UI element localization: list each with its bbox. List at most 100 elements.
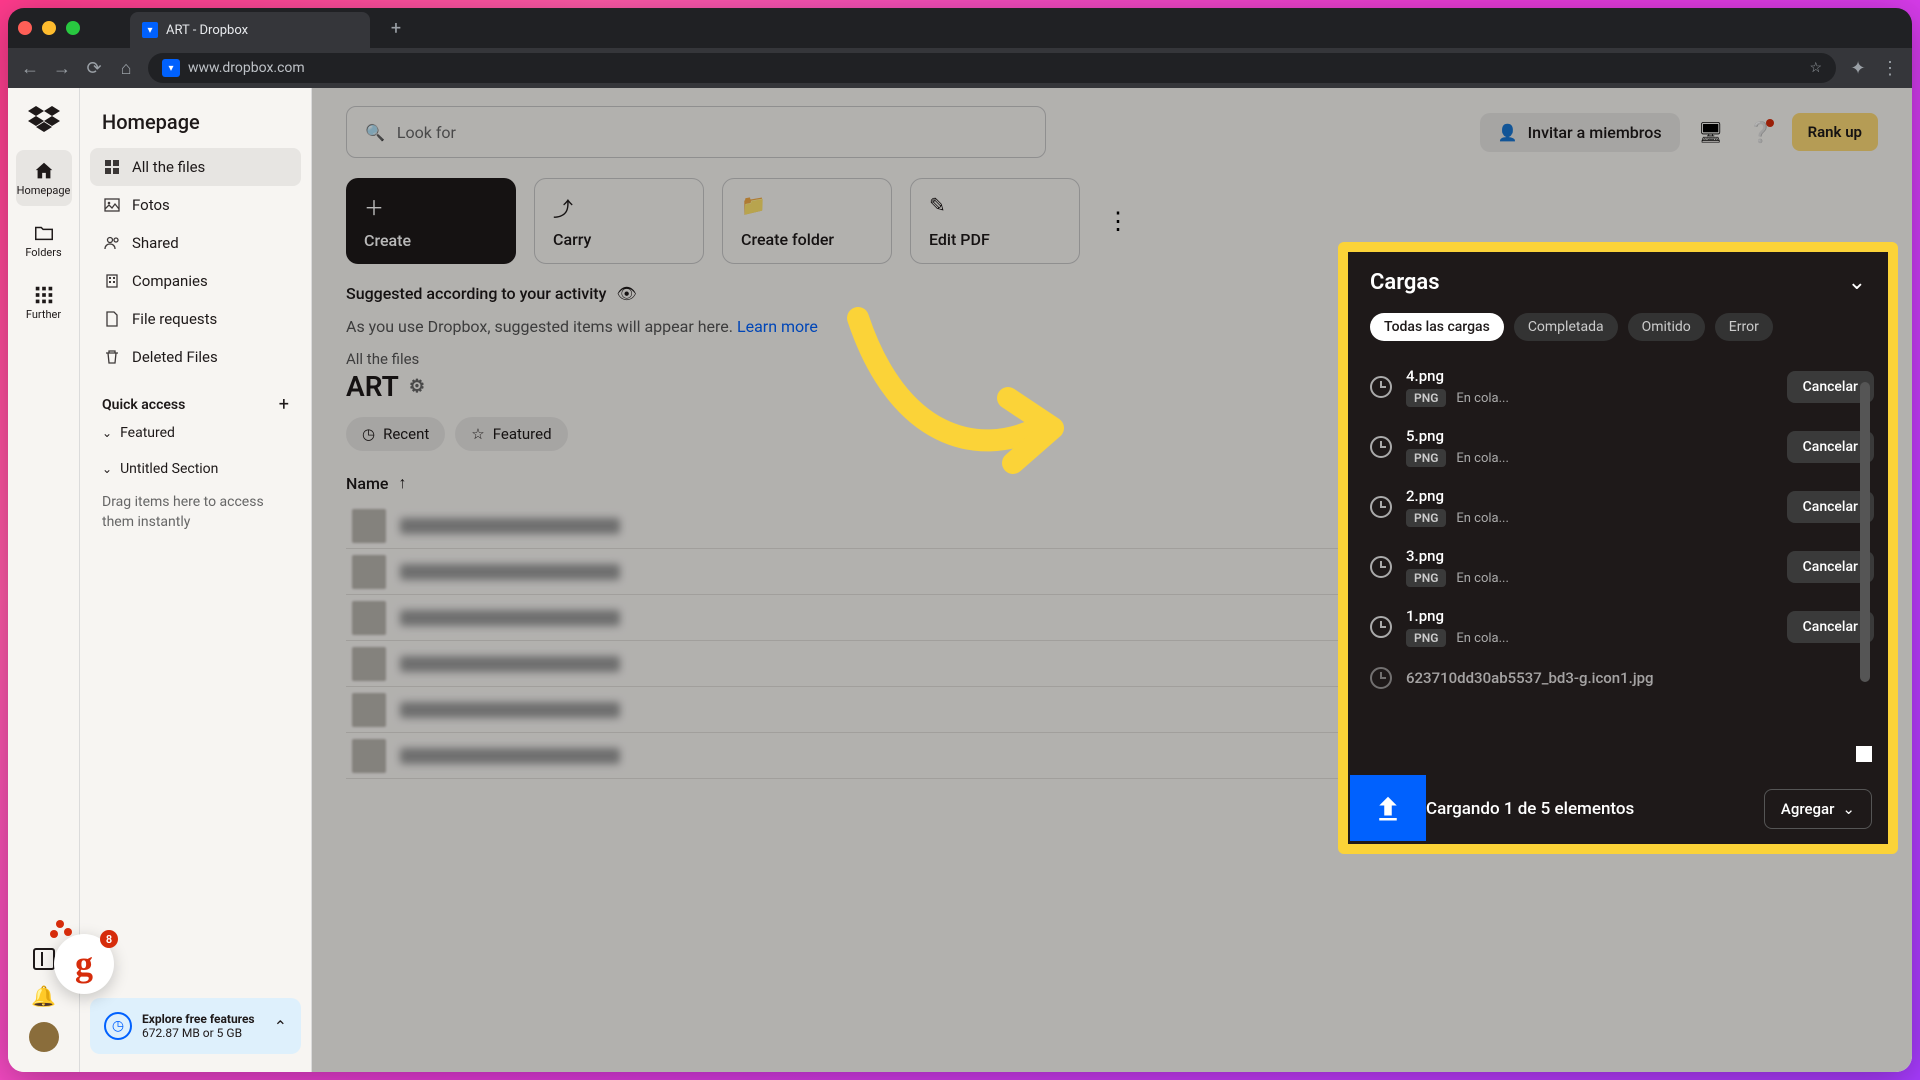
minimize-window-icon[interactable] xyxy=(42,21,56,35)
resize-handle-icon[interactable] xyxy=(1856,746,1872,762)
add-quick-access-button[interactable]: + xyxy=(279,394,289,415)
edit-pdf-label: Edit PDF xyxy=(929,230,1061,249)
sidebar-collapse-icon[interactable] xyxy=(33,948,55,970)
chevron-down-icon: ⌄ xyxy=(102,426,112,440)
rail-folders[interactable]: Folders xyxy=(16,212,72,268)
new-tab-button[interactable]: + xyxy=(382,14,410,42)
file-name-blurred xyxy=(400,518,620,534)
avatar[interactable] xyxy=(29,1022,59,1052)
rail-further[interactable]: Further xyxy=(16,274,72,330)
sidebar-item-all-files[interactable]: All the files xyxy=(90,148,301,186)
browser-tab[interactable]: ▾ ART - Dropbox xyxy=(130,12,370,48)
star-icon[interactable]: ☆ xyxy=(1809,60,1822,76)
file-thumb-icon xyxy=(352,693,386,727)
close-window-icon[interactable] xyxy=(18,21,32,35)
grid-icon xyxy=(104,159,120,175)
upload-list[interactable]: 4.png PNGEn cola... Cancelar 5.png PNGEn… xyxy=(1348,351,1888,774)
chevron-down-icon[interactable]: ⌄ xyxy=(1848,270,1866,295)
sidebar-item-file-requests[interactable]: File requests xyxy=(90,300,301,338)
create-button[interactable]: ＋ Create xyxy=(346,178,516,264)
apps-icon xyxy=(33,284,55,306)
tab-all-uploads[interactable]: Todas las cargas xyxy=(1370,313,1504,341)
featured-label: Featured xyxy=(493,425,552,443)
chevron-down-icon: ⌄ xyxy=(102,462,112,476)
menu-icon[interactable]: ⋮ xyxy=(1880,58,1900,78)
person-add-icon: 👤 xyxy=(1498,123,1518,142)
featured-label: Featured xyxy=(120,425,175,441)
widget-badge: 8 xyxy=(100,930,118,948)
upload-row: 1.png PNGEn cola... Cancelar xyxy=(1370,597,1874,657)
search-input[interactable]: 🔍 Look for xyxy=(346,106,1046,158)
help-button[interactable]: ❔ xyxy=(1742,113,1780,151)
upload-filename: 3.png xyxy=(1406,547,1773,565)
create-folder-button[interactable]: 📁 Create folder xyxy=(722,178,892,264)
uploads-footer: Cargando 1 de 5 elementos Agregar ⌄ xyxy=(1348,774,1888,844)
address-bar[interactable]: ▾ www.dropbox.com ☆ xyxy=(148,53,1836,83)
gear-icon[interactable]: ⚙ xyxy=(409,376,425,397)
upload-icon: ⤴ xyxy=(553,193,685,222)
more-actions-button[interactable]: ⋮ xyxy=(1106,207,1130,235)
home-browser-icon[interactable]: ⌂ xyxy=(116,58,136,78)
back-icon[interactable]: ← xyxy=(20,58,40,78)
widget-dots-icon xyxy=(50,930,58,938)
upload-filename: 4.png xyxy=(1406,367,1773,385)
notifications-button[interactable]: 🔔 xyxy=(31,984,56,1008)
carry-button[interactable]: ⤴ Carry xyxy=(534,178,704,264)
learn-more-link[interactable]: Learn more xyxy=(737,317,818,336)
extensions-icon[interactable]: ✦ xyxy=(1848,58,1868,78)
rail-home[interactable]: Homepage xyxy=(16,150,72,206)
upload-row: 5.png PNGEn cola... Cancelar xyxy=(1370,417,1874,477)
tab-completed[interactable]: Completada xyxy=(1514,313,1618,341)
name-column: Name xyxy=(346,474,388,493)
star-icon: ☆ xyxy=(471,425,484,443)
uploads-panel: Cargas ⌄ Todas las cargas Completada Omi… xyxy=(1338,242,1898,854)
dropbox-logo-icon[interactable] xyxy=(28,106,60,134)
upload-filename: 2.png xyxy=(1406,487,1773,505)
file-thumb-icon xyxy=(352,601,386,635)
tab-title: ART - Dropbox xyxy=(166,23,248,38)
featured-section[interactable]: ⌄ Featured xyxy=(90,415,301,451)
reload-icon[interactable]: ⟳ xyxy=(84,58,104,78)
edit-icon: ✎ xyxy=(929,193,1061,217)
untitled-section[interactable]: ⌄ Untitled Section xyxy=(90,451,301,487)
rank-up-button[interactable]: Rank up xyxy=(1792,113,1878,151)
edit-pdf-button[interactable]: ✎ Edit PDF xyxy=(910,178,1080,264)
drag-hint: Drag items here to access them instantly xyxy=(90,487,301,538)
upload-progress-icon xyxy=(1350,775,1426,841)
promo-title: Explore free features xyxy=(142,1012,255,1026)
chevron-up-icon: ⌃ xyxy=(274,1017,287,1036)
featured-chip[interactable]: ☆ Featured xyxy=(455,417,567,451)
window-controls[interactable] xyxy=(18,21,80,35)
hint-text: As you use Dropbox, suggested items will… xyxy=(346,317,737,336)
scrollbar[interactable] xyxy=(1860,382,1870,682)
add-button[interactable]: Agregar ⌄ xyxy=(1764,789,1872,829)
folder-icon xyxy=(33,222,55,244)
floating-widget[interactable]: g 8 xyxy=(54,934,114,994)
sidebar-item-photos[interactable]: Fotos xyxy=(90,186,301,224)
forward-icon[interactable]: → xyxy=(52,58,72,78)
home-icon xyxy=(33,160,55,182)
filetype-badge: PNG xyxy=(1406,569,1446,587)
sidebar-item-deleted[interactable]: Deleted Files xyxy=(90,338,301,376)
app-switcher-button[interactable]: 🖥 xyxy=(1692,113,1730,151)
tab-error[interactable]: Error xyxy=(1715,313,1773,341)
filetype-badge: PNG xyxy=(1406,389,1446,407)
recent-chip[interactable]: ◷ Recent xyxy=(346,417,445,451)
notification-dot-icon xyxy=(1766,119,1774,127)
clock-icon: ◷ xyxy=(362,425,375,443)
upload-status: En cola... xyxy=(1456,571,1509,586)
tab-skipped[interactable]: Omitido xyxy=(1628,313,1705,341)
file-icon xyxy=(104,311,120,327)
maximize-window-icon[interactable] xyxy=(66,21,80,35)
annotation-arrow-icon xyxy=(838,298,1078,498)
add-label: Agregar xyxy=(1781,800,1835,818)
sidebar-item-label: Shared xyxy=(132,234,179,252)
promo-card[interactable]: ◷ Explore free features 672.87 MB or 5 G… xyxy=(90,998,301,1054)
sidebar-item-shared[interactable]: Shared xyxy=(90,224,301,262)
sidebar-item-companies[interactable]: Companies xyxy=(90,262,301,300)
file-name-blurred xyxy=(400,610,620,626)
invite-button[interactable]: 👤 Invitar a miembros xyxy=(1480,113,1680,152)
sidebar-item-label: Companies xyxy=(132,272,208,290)
eye-icon[interactable]: 👁 xyxy=(616,284,636,303)
chevron-down-icon: ⌄ xyxy=(1842,800,1855,818)
